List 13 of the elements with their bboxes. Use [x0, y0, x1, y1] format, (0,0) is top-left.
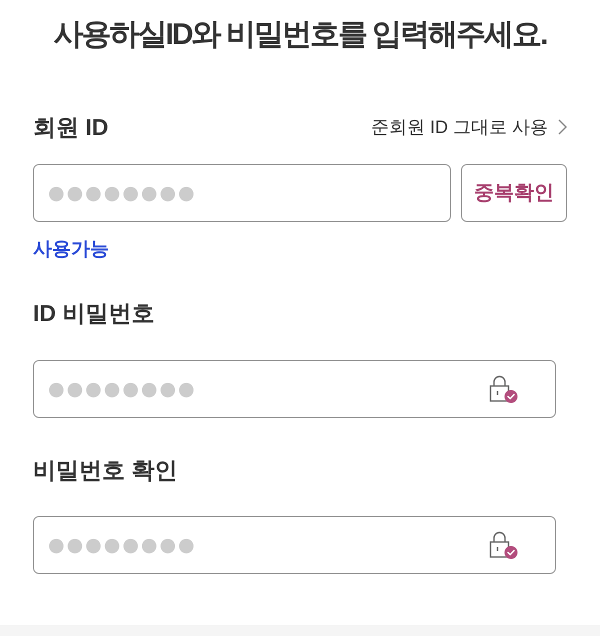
associate-id-link[interactable]: 준회원 ID 그대로 사용 [370, 114, 567, 140]
field-label: 비밀번호 확인 [33, 456, 178, 485]
chevron-right-icon [558, 119, 567, 135]
field-label: ID 비밀번호 [33, 298, 154, 328]
lock-check-icon [489, 531, 518, 559]
page-heading: 사용하실ID와 비밀번호를 입력해주세요. [53, 20, 546, 50]
lock-check-icon [489, 375, 518, 403]
duplicate-check-button[interactable]: 중복확인 [461, 164, 567, 222]
field-label: 회원 ID [33, 112, 108, 142]
password-field[interactable]: ●●●●●●●● [33, 360, 556, 418]
password-confirm-field[interactable]: ●●●●●●●● [33, 516, 556, 574]
member-id-field[interactable]: ●●●●●●●● [33, 164, 451, 222]
availability-message: 사용가능 [33, 238, 109, 262]
